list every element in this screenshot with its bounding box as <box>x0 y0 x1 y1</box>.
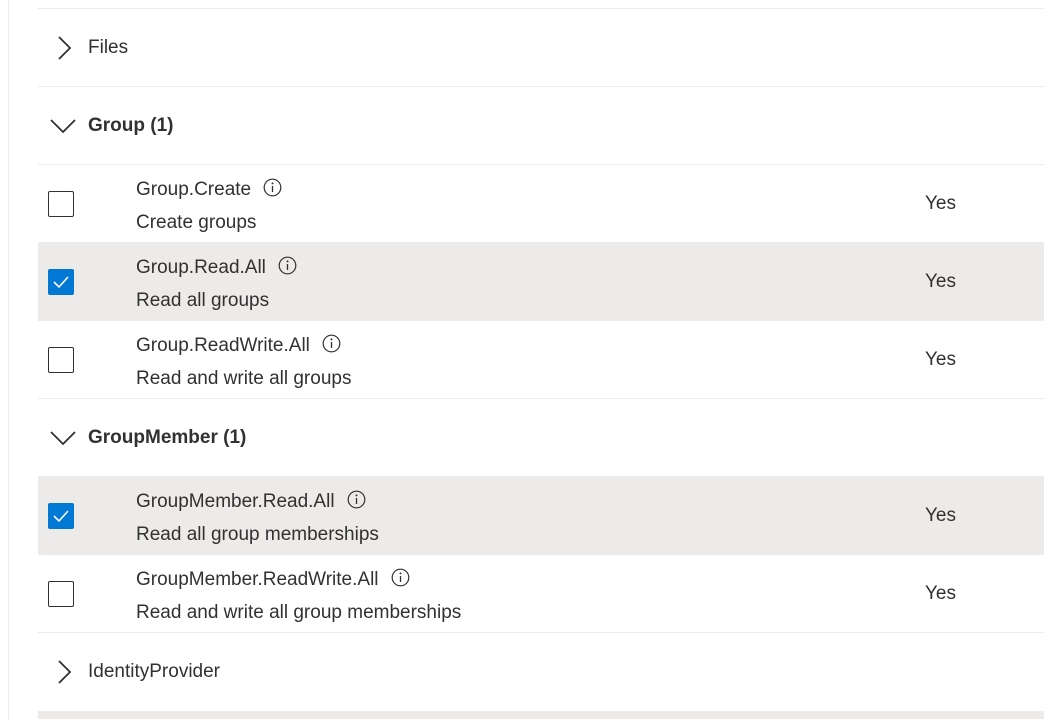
chevron-right-icon[interactable] <box>50 35 76 61</box>
chevron-down-icon[interactable] <box>50 425 76 451</box>
section-header-files[interactable]: Files <box>38 9 1044 87</box>
info-icon[interactable] <box>322 334 341 353</box>
divider <box>38 0 1044 9</box>
info-icon[interactable] <box>278 256 297 275</box>
chevron-right-icon[interactable] <box>50 659 76 685</box>
section-header-identityprovider[interactable]: IdentityProvider <box>38 633 1044 711</box>
info-icon[interactable] <box>347 490 366 509</box>
permission-name: Group.Create <box>136 179 252 200</box>
permission-name: GroupMember.ReadWrite.All <box>136 569 379 590</box>
permissions-panel: Files Group (1) Group.Create Create grou… <box>0 0 1044 719</box>
permission-list: Files Group (1) Group.Create Create grou… <box>38 0 1044 719</box>
section-label-identityprovider: IdentityProvider <box>88 661 221 682</box>
admin-consent-required: Yes <box>925 270 956 292</box>
section-label-group: Group (1) <box>88 114 174 136</box>
admin-consent-required: Yes <box>925 504 956 526</box>
permission-name-wrap: Group.Create <box>136 178 282 201</box>
info-icon[interactable] <box>263 178 282 197</box>
admin-consent-required: Yes <box>925 348 956 370</box>
permission-row-group-create[interactable]: Group.Create Create groups Yes <box>38 165 1044 243</box>
checkmark-icon <box>53 509 69 522</box>
chevron-down-icon[interactable] <box>50 113 76 139</box>
permission-name-wrap: Group.Read.All <box>136 256 297 279</box>
permission-description: Read and write all group memberships <box>136 602 462 623</box>
permission-checkbox[interactable] <box>48 268 74 295</box>
admin-consent-required: Yes <box>925 192 956 214</box>
section-header-group[interactable]: Group (1) <box>38 87 1044 165</box>
permission-checkbox[interactable] <box>48 346 74 373</box>
checkmark-icon <box>53 275 69 288</box>
permission-row-groupmember-readwrite-all[interactable]: GroupMember.ReadWrite.All Read and write… <box>38 555 1044 633</box>
permission-checkbox[interactable] <box>48 190 74 217</box>
permission-row-groupmember-read-all[interactable]: GroupMember.Read.All Read all group memb… <box>38 477 1044 555</box>
permission-description: Read all group memberships <box>136 524 379 545</box>
permission-description: Read and write all groups <box>136 368 352 389</box>
permission-name-wrap: GroupMember.ReadWrite.All <box>136 568 410 591</box>
permission-description: Read all groups <box>136 290 270 311</box>
permission-description: Create groups <box>136 212 257 233</box>
permission-checkbox[interactable] <box>48 502 74 529</box>
info-icon[interactable] <box>391 568 410 587</box>
permission-name-wrap: GroupMember.Read.All <box>136 490 366 513</box>
next-row-edge <box>38 711 1044 719</box>
section-label-groupmember: GroupMember (1) <box>88 426 247 448</box>
permission-name: GroupMember.Read.All <box>136 491 335 512</box>
permission-name: Group.Read.All <box>136 257 266 278</box>
panel-left-edge <box>0 0 9 719</box>
permission-name-wrap: Group.ReadWrite.All <box>136 334 341 357</box>
permission-name: Group.ReadWrite.All <box>136 335 310 356</box>
permission-row-group-read-all[interactable]: Group.Read.All Read all groups Yes <box>38 243 1044 321</box>
permission-row-group-readwrite-all[interactable]: Group.ReadWrite.All Read and write all g… <box>38 321 1044 399</box>
section-header-groupmember[interactable]: GroupMember (1) <box>38 399 1044 477</box>
permission-checkbox[interactable] <box>48 580 74 607</box>
section-label-files: Files <box>88 36 129 58</box>
admin-consent-required: Yes <box>925 582 956 604</box>
